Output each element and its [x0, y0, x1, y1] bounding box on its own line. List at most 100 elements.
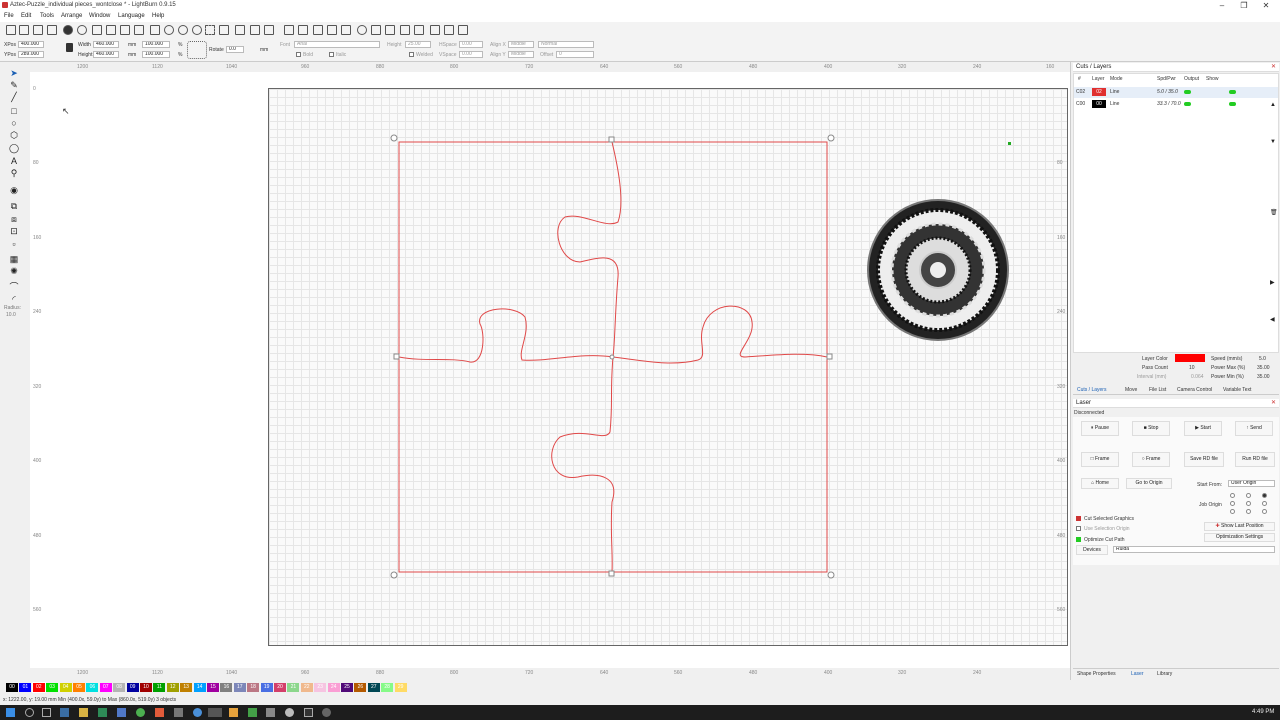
zoom-out-icon[interactable] [178, 25, 188, 35]
color-swatch[interactable]: 04 [59, 683, 72, 692]
color-swatch[interactable]: 00 [6, 683, 18, 692]
minimize-button[interactable]: – [1212, 0, 1232, 12]
tab-cuts-layers[interactable]: Cuts / Layers [1077, 387, 1106, 393]
group-icon[interactable] [284, 25, 294, 35]
monitor-icon[interactable] [235, 25, 245, 35]
panel-close-icon[interactable]: ✕ [1271, 63, 1276, 72]
circular-array-icon[interactable]: ✺ [9, 266, 19, 276]
menu-tools[interactable]: Tools [40, 13, 54, 19]
chrome-icon[interactable] [136, 708, 145, 717]
ellipse-tool-icon[interactable]: ○ [9, 118, 19, 128]
tab-variable-text[interactable]: Variable Text [1223, 387, 1251, 393]
job-origin-radio-tr[interactable] [1262, 493, 1267, 498]
handle-top-middle[interactable] [608, 136, 615, 143]
line-tool-icon[interactable]: ╱ [9, 92, 19, 102]
task-view-icon[interactable] [42, 708, 51, 717]
color-swatch[interactable]: 13 [180, 683, 193, 692]
optimization-settings-button[interactable]: Optimization Settings [1204, 533, 1275, 542]
scale-y-input[interactable]: 100.000 [142, 51, 170, 58]
text-height-input[interactable]: 25.00 [405, 41, 431, 48]
menu-window[interactable]: Window [89, 13, 110, 19]
handle-top-right[interactable] [827, 134, 835, 142]
go-to-origin-button[interactable]: Go to Origin [1126, 478, 1172, 489]
color-swatch[interactable]: 20 [274, 683, 286, 692]
taskbar-app-icon[interactable] [285, 708, 294, 717]
handle-bottom-middle[interactable] [608, 570, 615, 577]
layer-row[interactable]: C00 00 Line 33.3 / 70.0 [1074, 99, 1278, 110]
camera-icon[interactable] [219, 25, 229, 35]
trim-tool-icon[interactable]: ▫ [9, 239, 19, 249]
taskbar-app-icon[interactable] [117, 708, 126, 717]
device-settings-icon[interactable] [77, 25, 87, 35]
copy-icon[interactable] [92, 25, 102, 35]
search-icon[interactable] [25, 708, 34, 717]
ungroup-icon[interactable] [298, 25, 308, 35]
position-laser-icon[interactable]: ⚲ [9, 168, 19, 178]
cut-selected-checkbox[interactable] [1076, 516, 1081, 521]
color-swatch[interactable]: 18 [247, 683, 260, 692]
hspace-input[interactable]: 0.00 [459, 41, 483, 48]
taskbar-app-icon[interactable] [155, 708, 164, 717]
lightburn-taskbar-icon[interactable] [208, 708, 222, 717]
cut-shapes-icon[interactable]: ⊡ [9, 226, 19, 236]
trash-icon[interactable]: 🗑 [1270, 209, 1278, 216]
speed-value[interactable]: 5.0 [1259, 356, 1266, 362]
align-right-icon[interactable] [414, 25, 424, 35]
output-toggle-icon[interactable] [1184, 90, 1191, 94]
tab-file-list[interactable]: File List [1149, 387, 1166, 393]
handle-middle-right[interactable] [826, 353, 833, 360]
start-button[interactable]: ▶ Start [1184, 421, 1222, 436]
start-from-select[interactable]: User Origin [1228, 480, 1275, 487]
power-max-value[interactable]: 35.00 [1257, 365, 1270, 371]
interval-value[interactable]: 0.064 [1191, 374, 1204, 380]
scroll-left-icon[interactable]: ◀ [1270, 316, 1275, 323]
use-selection-origin-checkbox[interactable] [1076, 526, 1081, 531]
taskbar-app-icon[interactable] [60, 708, 69, 717]
send-button[interactable]: ↑ Send [1235, 421, 1273, 436]
color-swatch[interactable]: 02 [31, 682, 46, 693]
color-swatch[interactable]: 05 [73, 683, 85, 692]
bold-checkbox[interactable] [296, 52, 301, 57]
color-swatch[interactable]: 10 [140, 683, 152, 692]
menu-file[interactable]: File [4, 13, 14, 19]
color-swatch[interactable]: 28 [381, 683, 394, 692]
tab-camera-control[interactable]: Camera Control [1177, 387, 1212, 393]
convert-path-icon[interactable]: ⌒ [9, 282, 19, 292]
layer-mode[interactable]: Line [1110, 89, 1119, 95]
show-last-position-button[interactable]: ✚ Show Last Position [1204, 522, 1275, 531]
job-origin-radio-bm[interactable] [1246, 509, 1251, 514]
layer-row[interactable]: C02 02 Line 5.0 / 35.0 [1074, 87, 1278, 98]
handle-middle-left[interactable] [393, 353, 400, 360]
taskbar-app-icon[interactable] [248, 708, 257, 717]
align-top-icon[interactable] [430, 25, 440, 35]
color-swatch[interactable]: 29 [394, 683, 407, 692]
home-button[interactable]: ⌂ Home [1081, 478, 1119, 489]
layer-mode[interactable]: Line [1110, 101, 1119, 107]
color-swatch[interactable]: 01 [19, 683, 32, 692]
taskbar-app-icon[interactable] [266, 708, 275, 717]
show-toggle-icon[interactable] [1229, 102, 1236, 106]
color-swatch[interactable]: 06 [86, 683, 99, 692]
delete-icon[interactable] [134, 25, 144, 35]
color-swatch[interactable]: 07 [99, 683, 112, 692]
frame-button[interactable]: □ Frame [1081, 452, 1119, 467]
offset-input[interactable]: 0 [556, 51, 594, 58]
pass-count-value[interactable]: 10 [1189, 365, 1195, 371]
taskbar-app-icon[interactable] [304, 708, 313, 717]
edit-nodes-icon[interactable]: ✎ [9, 80, 19, 90]
save-rd-file-button[interactable]: Save RD file [1184, 452, 1224, 467]
color-swatch[interactable]: 16 [220, 683, 233, 692]
move-together-icon[interactable] [458, 25, 468, 35]
move-down-icon[interactable]: ▼ [1270, 139, 1276, 145]
optimize-cut-path-checkbox[interactable] [1076, 537, 1081, 542]
panel-close-icon[interactable]: ✕ [1271, 399, 1276, 408]
frame-round-button[interactable]: ○ Frame [1132, 452, 1170, 467]
zoom-selection-icon[interactable] [205, 25, 215, 35]
menu-edit[interactable]: Edit [21, 13, 31, 19]
zoom-fit-icon[interactable] [192, 25, 202, 35]
polygon-tool-icon[interactable]: ⬡ [9, 130, 19, 140]
color-swatch[interactable]: 21 [287, 683, 300, 692]
windows-start-icon[interactable] [6, 708, 15, 717]
layer-color-swatch[interactable] [1175, 354, 1205, 362]
maximize-button[interactable]: ❐ [1234, 0, 1254, 12]
